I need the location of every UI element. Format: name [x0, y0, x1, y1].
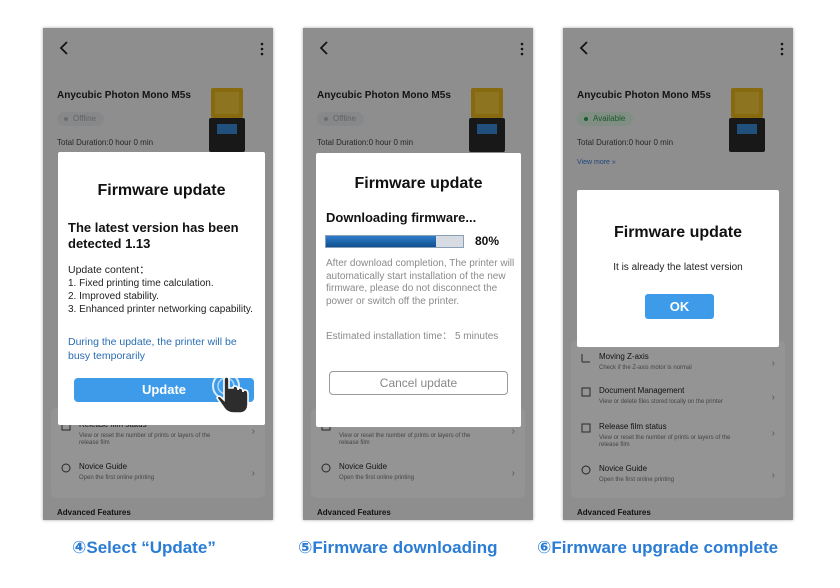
- version-detected-text: The latest version has been detected 1.1…: [68, 220, 239, 251]
- dialog-title: Firmware update: [97, 182, 226, 199]
- phone-screen-upgrade-complete: Anycubic Photon Mono M5s Available Total…: [563, 28, 793, 520]
- dialog-title: Firmware update: [613, 224, 743, 241]
- dialog-title: Firmware update: [354, 175, 483, 192]
- ok-button[interactable]: OK: [645, 294, 714, 319]
- busy-note: During the update, the printer will be b…: [68, 336, 237, 362]
- list-item: 1. Fixed printing time calculation.: [68, 278, 214, 289]
- download-progress-bar: [325, 235, 464, 248]
- phone-screen-select-update: Anycubic Photon Mono M5s Offline Total D…: [43, 28, 273, 520]
- install-notice: After download completion, The printer w…: [326, 258, 515, 307]
- estimated-time: Estimated installation time： 5 minutes: [326, 331, 499, 342]
- progress-fill: [326, 236, 436, 247]
- cancel-update-button[interactable]: Cancel update: [329, 371, 508, 395]
- step-caption-4: ④Select “Update”: [72, 538, 216, 557]
- list-item: 3. Enhanced printer networking capabilit…: [68, 304, 253, 315]
- progress-percent: 80%: [475, 234, 500, 248]
- firmware-update-dialog: Firmware update The latest version has b…: [58, 152, 265, 425]
- update-content-list: 1. Fixed printing time calculation. 2. I…: [68, 277, 260, 316]
- phone-screen-downloading: Anycubic Photon Mono M5s Offline Total D…: [303, 28, 533, 520]
- step-caption-5: ⑤Firmware downloading: [298, 538, 498, 557]
- list-item: 2. Improved stability.: [68, 291, 159, 302]
- update-content-heading: Update content：: [68, 264, 150, 276]
- firmware-complete-dialog: Firmware update It is already the latest…: [577, 190, 779, 347]
- firmware-download-dialog: Firmware update Downloading firmware... …: [316, 153, 521, 427]
- hand-pointer-icon: [212, 372, 249, 414]
- latest-version-message: It is already the latest version: [613, 262, 743, 273]
- downloading-heading: Downloading firmware...: [326, 210, 477, 225]
- step-caption-6: ⑥Firmware upgrade complete: [537, 538, 779, 557]
